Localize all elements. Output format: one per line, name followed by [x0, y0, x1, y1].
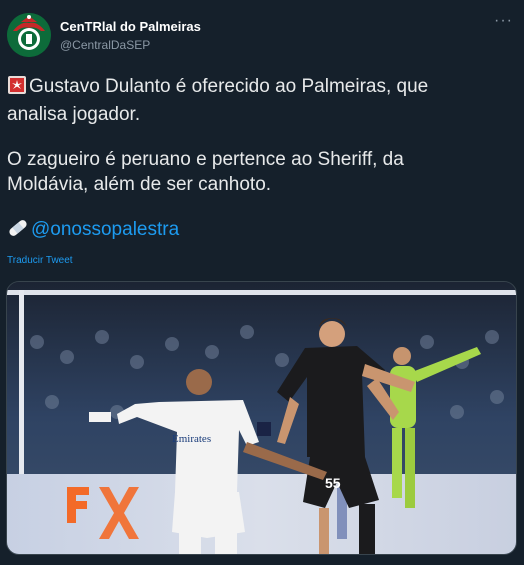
more-icon[interactable]: ···: [494, 12, 513, 30]
mention-link[interactable]: @onossopalestra: [31, 219, 179, 240]
avatar[interactable]: [7, 13, 51, 57]
translate-link[interactable]: Traducir Tweet: [7, 255, 73, 266]
user-handle[interactable]: @CentralDaSEP: [60, 38, 150, 52]
tweet-line-4: Moldávia, além de ser canhoto.: [7, 174, 272, 195]
tweet-line-2: analisa jogador.: [7, 104, 141, 125]
tweet-text: Gustavo Dulanto é oferecido ao Palmeiras…: [7, 74, 515, 245]
jersey-sponsor: Emirates: [172, 433, 211, 445]
tweet-line-3: O zagueiro é peruano e pertence ao Sheri…: [7, 149, 404, 170]
display-name[interactable]: CenTRlal do Palmeiras: [60, 19, 201, 34]
palmeiras-logo-icon: [7, 13, 51, 57]
siren-emoji: [7, 75, 27, 102]
bandage-emoji: [7, 218, 29, 245]
tweet-line-mention: @onossopalestra: [7, 217, 515, 245]
tweet-line: Gustavo Dulanto é oferecido ao Palmeiras…: [7, 74, 515, 102]
tweet-line-1: Gustavo Dulanto é oferecido ao Palmeiras…: [29, 76, 429, 97]
jersey-number: 55: [325, 475, 341, 491]
tweet-header: CenTRlal do Palmeiras @CentralDaSEP ···: [0, 0, 524, 62]
football-photo: 55 Emirates: [7, 282, 516, 554]
tweet-photo[interactable]: 55 Emirates: [6, 281, 517, 555]
